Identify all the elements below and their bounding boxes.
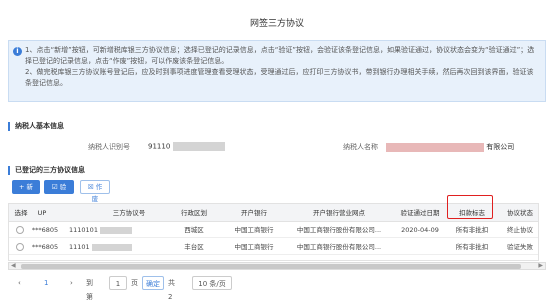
notice-line-1: 1、点击“新增”按钮，可新增税库银三方协议信息；选择已登记的记录信息，点击“验证… bbox=[25, 46, 535, 65]
cell-deduction-flag: 所有非批扣 bbox=[455, 243, 489, 251]
registered-section-title: 已登记的三方协议信息 bbox=[8, 166, 85, 175]
cell-up: ***6805 bbox=[31, 226, 59, 234]
cell-status: 终止协议 bbox=[507, 226, 533, 234]
taxpayer-id-label: 纳税人识别号 bbox=[88, 143, 130, 151]
horizontal-scrollbar[interactable]: ◀ ▶ bbox=[8, 262, 546, 270]
cell-bank: 中国工商银行 bbox=[234, 226, 274, 234]
goto-confirm-button[interactable]: 确定 bbox=[142, 276, 164, 290]
scroll-right-icon[interactable]: ▶ bbox=[538, 262, 543, 269]
cell-branch: 中国工商银行股份有限公司... bbox=[296, 243, 382, 251]
cell-verify-date: 2020-04-09 bbox=[401, 226, 439, 234]
goto-label: 到第 bbox=[86, 279, 93, 301]
cell-status: 验证失败 bbox=[507, 243, 533, 251]
info-notice: i 1、点击“新增”按钮，可新增税库银三方协议信息；选择已登记的记录信息，点击“… bbox=[8, 40, 546, 102]
col-bank: 开户银行 bbox=[241, 209, 267, 217]
next-page-icon[interactable]: › bbox=[70, 276, 73, 290]
scrollbar-thumb[interactable] bbox=[21, 264, 521, 269]
col-up: UP bbox=[37, 209, 47, 217]
cell-deduction-flag: 所有非批扣 bbox=[455, 226, 489, 234]
taxpayer-info-row: 纳税人识别号 91110 纳税人名称 有限公司 bbox=[8, 138, 546, 156]
cell-district: 西城区 bbox=[184, 226, 204, 234]
col-verify-date: 验证通过日期 bbox=[400, 209, 440, 217]
agreement-text: 1110101 bbox=[69, 226, 98, 234]
current-page[interactable]: 1 bbox=[44, 276, 48, 290]
redacted-mask bbox=[386, 142, 484, 152]
row-radio[interactable] bbox=[11, 222, 31, 237]
taxpayer-id-text: 91110 bbox=[148, 142, 171, 151]
col-branch: 开户银行营业网点 bbox=[313, 209, 365, 217]
scroll-left-icon[interactable]: ◀ bbox=[11, 262, 16, 269]
table-row[interactable]: ***6805 11101 丰台区 中国工商银行 中国工商银行股份有限公司...… bbox=[9, 239, 538, 255]
verify-button[interactable]: ☑ 验证 bbox=[44, 180, 74, 203]
redacted-mask bbox=[172, 142, 225, 151]
cell-verify-date bbox=[391, 239, 449, 254]
col-select: 选择 bbox=[14, 209, 28, 217]
void-button[interactable]: ☒ 作废 bbox=[80, 180, 110, 203]
taxpayer-name-suffix: 有限公司 bbox=[486, 143, 515, 151]
radio-icon[interactable] bbox=[15, 243, 24, 251]
taxpayer-name-value: 有限公司 bbox=[386, 142, 514, 152]
page-title: 网签三方协议 bbox=[249, 19, 304, 29]
page-size-select[interactable]: 10 条/页 bbox=[192, 276, 232, 290]
radio-icon[interactable] bbox=[15, 226, 24, 234]
total-count: 共 2 条 bbox=[168, 279, 175, 301]
redacted-mask bbox=[99, 226, 132, 234]
cell-district: 丰台区 bbox=[184, 243, 204, 251]
col-status: 协议状态 bbox=[507, 209, 533, 217]
table-row[interactable]: ***6805 1110101 西城区 中国工商银行 中国工商银行股份有限公司.… bbox=[9, 222, 538, 238]
info-icon: i bbox=[13, 47, 22, 56]
taxpayer-id-value: 91110 bbox=[148, 142, 225, 151]
row-radio[interactable] bbox=[11, 239, 31, 254]
add-button[interactable]: + 新增 bbox=[12, 180, 40, 203]
agreement-text: 11101 bbox=[69, 243, 90, 251]
page-unit-label: 页 bbox=[131, 279, 138, 287]
redacted-mask bbox=[91, 243, 132, 251]
taxpayer-name-label: 纳税人名称 bbox=[343, 143, 378, 151]
cell-bank: 中国工商银行 bbox=[234, 243, 274, 251]
col-district: 行政区划 bbox=[181, 209, 207, 217]
goto-page-input[interactable]: 1 bbox=[109, 276, 127, 290]
prev-page-icon[interactable]: ‹ bbox=[18, 276, 21, 290]
deduction-flag-highlight bbox=[447, 195, 493, 219]
cell-up: ***6805 bbox=[31, 243, 59, 251]
notice-line-2: 2、做完税库银三方协议账号登记后，应及时到事项进度管理查看受理状态，受理通过后，… bbox=[25, 68, 534, 87]
taxpayer-section-title: 纳税人基本信息 bbox=[8, 122, 64, 131]
cell-branch: 中国工商银行股份有限公司... bbox=[296, 226, 382, 234]
